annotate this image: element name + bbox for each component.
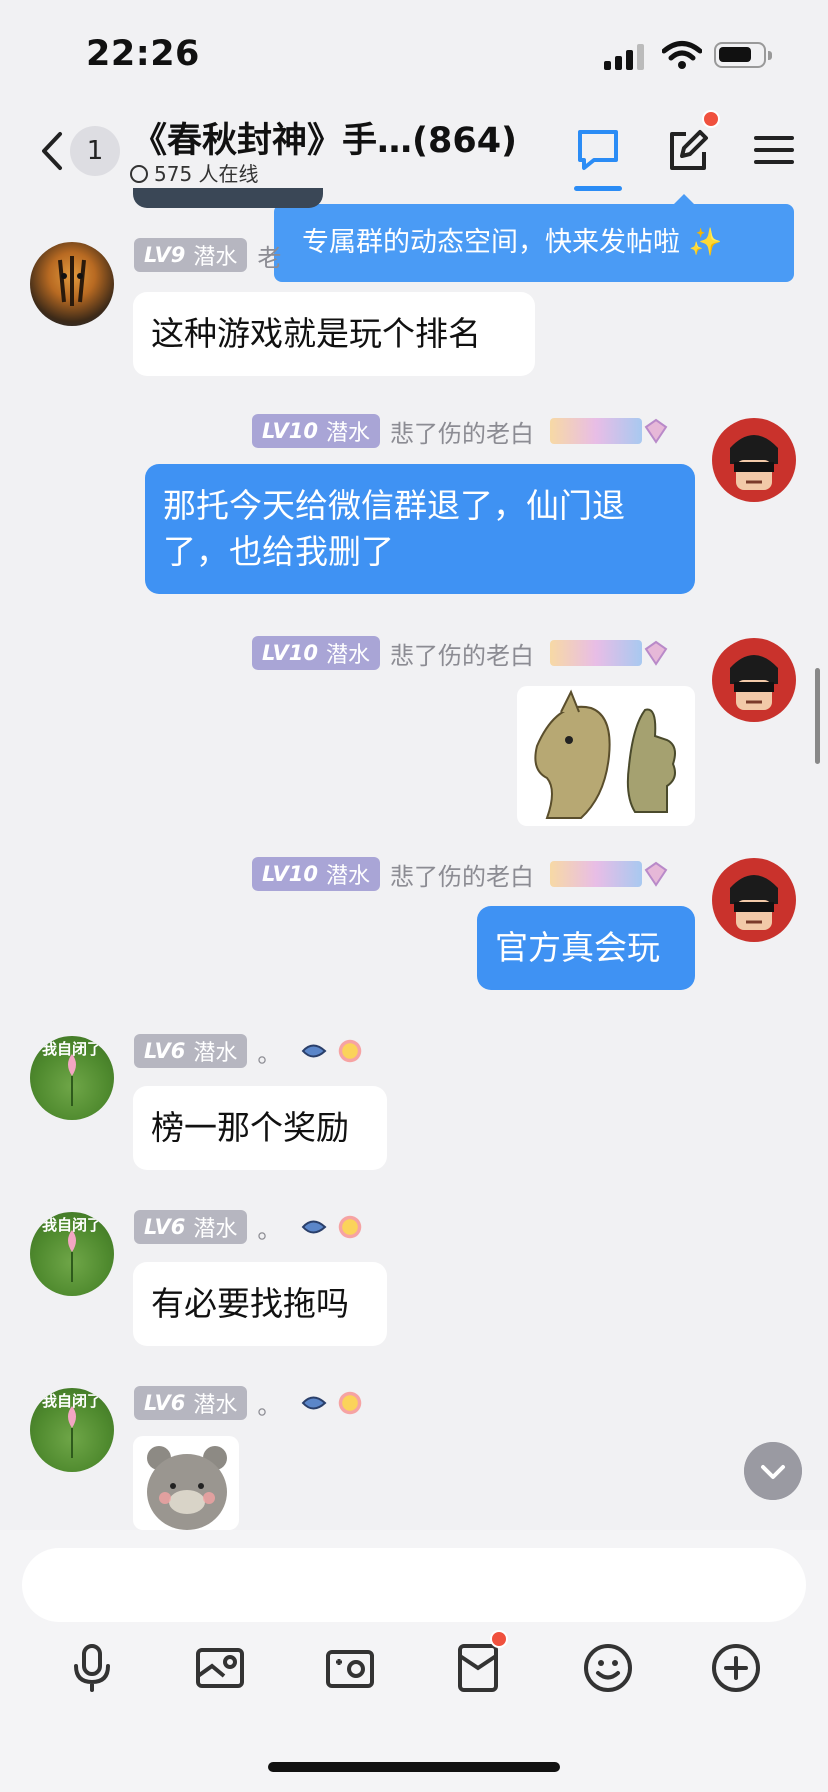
bear-sticker[interactable]: [133, 1436, 239, 1530]
wifi-icon: [662, 41, 702, 69]
fish-icon: [302, 1044, 327, 1058]
gem-icon: [644, 418, 668, 444]
fish-icon: [302, 1396, 327, 1410]
decoration-badge: [549, 640, 642, 666]
horse-thumbs-up-sticker[interactable]: [517, 686, 695, 826]
sender-name[interactable]: 。: [257, 1210, 281, 1245]
avatar-caption: 我自闭了: [42, 1392, 102, 1410]
sender-name[interactable]: 。: [257, 1386, 281, 1421]
message-bubble[interactable]: 这种游戏就是玩个排名: [133, 292, 535, 376]
sender-name[interactable]: 。: [257, 1034, 281, 1069]
message-bubble[interactable]: 榜一那个奖励: [133, 1086, 387, 1170]
message-meta: LV6 潜水 。: [134, 1210, 365, 1244]
level-badge: LV10 潜水: [252, 636, 380, 670]
level-badge: LV6 潜水: [134, 1034, 248, 1068]
home-indicator[interactable]: [268, 1762, 560, 1772]
level-badge: LV10 潜水: [252, 414, 380, 448]
plus-icon[interactable]: [708, 1640, 764, 1696]
previous-image-message[interactable]: [133, 188, 323, 208]
online-count-text: 575 人在线: [154, 162, 259, 186]
sender-name[interactable]: 老: [257, 238, 281, 273]
avatar-lotus[interactable]: 我自闭了: [30, 1036, 114, 1120]
gem-icon: [644, 861, 668, 887]
post-space-tooltip[interactable]: 专属群的动态空间，快来发帖啦 ✨: [274, 204, 794, 282]
status-time: 22:26: [86, 34, 200, 74]
avatar-lotus[interactable]: 我自闭了: [30, 1388, 114, 1472]
input-area: [0, 1530, 828, 1792]
avatar-caption: 我自闭了: [42, 1216, 102, 1234]
smile-flower-icon: [339, 1215, 362, 1239]
back-arrow-icon[interactable]: [34, 126, 70, 176]
smile-flower-icon: [339, 1039, 362, 1063]
message-meta: LV6 潜水 。: [134, 1034, 365, 1068]
decoration-badge: [549, 418, 642, 444]
scroll-to-bottom-button[interactable]: [744, 1442, 802, 1500]
sender-name[interactable]: 悲了伤的老白: [390, 857, 534, 892]
chevron-down-circle-icon: [130, 165, 148, 183]
avatar-lotus[interactable]: 我自闭了: [30, 1212, 114, 1296]
level-badge: LV6 潜水: [134, 1386, 248, 1420]
message-meta: LV10 潜水 悲了伤的老白: [252, 857, 670, 891]
online-count[interactable]: 575 人在线: [130, 158, 259, 187]
sender-name[interactable]: 悲了伤的老白: [390, 636, 534, 671]
compose-post-icon[interactable]: [662, 124, 714, 176]
cellular-signal-icon: [604, 44, 646, 70]
message-meta: LV9 潜水 老: [134, 238, 281, 272]
microphone-icon[interactable]: [64, 1640, 120, 1696]
sender-name[interactable]: 悲了伤的老白: [390, 414, 534, 449]
group-title[interactable]: 《春秋封神》手…(864): [132, 112, 517, 163]
menu-icon[interactable]: [748, 124, 800, 176]
notification-dot: [702, 110, 720, 128]
scrollbar-thumb[interactable]: [815, 668, 820, 764]
active-tab-indicator: [574, 186, 622, 191]
level-badge: LV6 潜水: [134, 1210, 248, 1244]
level-badge: LV9 潜水: [134, 238, 248, 272]
message-bubble[interactable]: 官方真会玩: [477, 906, 695, 990]
message-input[interactable]: [22, 1548, 806, 1622]
avatar-sunglasses[interactable]: [712, 858, 796, 942]
decoration-badge: [549, 861, 642, 887]
message-bubble[interactable]: 那托今天给微信群退了，仙门退了，也给我删了: [145, 464, 695, 594]
unread-count-badge[interactable]: 1: [70, 126, 120, 176]
smile-flower-icon: [339, 1391, 362, 1415]
camera-icon[interactable]: [322, 1640, 378, 1696]
image-icon[interactable]: [192, 1640, 248, 1696]
avatar-caption: 我自闭了: [42, 1040, 102, 1058]
avatar-sunglasses[interactable]: [712, 418, 796, 502]
level-badge: LV10 潜水: [252, 857, 380, 891]
message-meta: LV10 潜水 悲了伤的老白: [252, 636, 670, 670]
red-packet-icon[interactable]: [450, 1640, 506, 1696]
notification-dot: [490, 1630, 508, 1648]
fish-icon: [302, 1220, 327, 1234]
status-bar: 22:26: [0, 0, 828, 104]
message-meta: LV10 潜水 悲了伤的老白: [252, 414, 670, 448]
message-bubble[interactable]: 有必要找拖吗: [133, 1262, 387, 1346]
message-meta: LV6 潜水 。: [134, 1386, 365, 1420]
avatar-tiger[interactable]: [30, 242, 114, 326]
chat-tab-icon[interactable]: [572, 124, 624, 176]
gem-icon: [644, 640, 668, 666]
avatar-sunglasses[interactable]: [712, 638, 796, 722]
emoji-icon[interactable]: [580, 1640, 636, 1696]
battery-icon: [714, 42, 772, 68]
chat-header: 1 《春秋封神》手…(864) 575 人在线: [0, 104, 828, 200]
